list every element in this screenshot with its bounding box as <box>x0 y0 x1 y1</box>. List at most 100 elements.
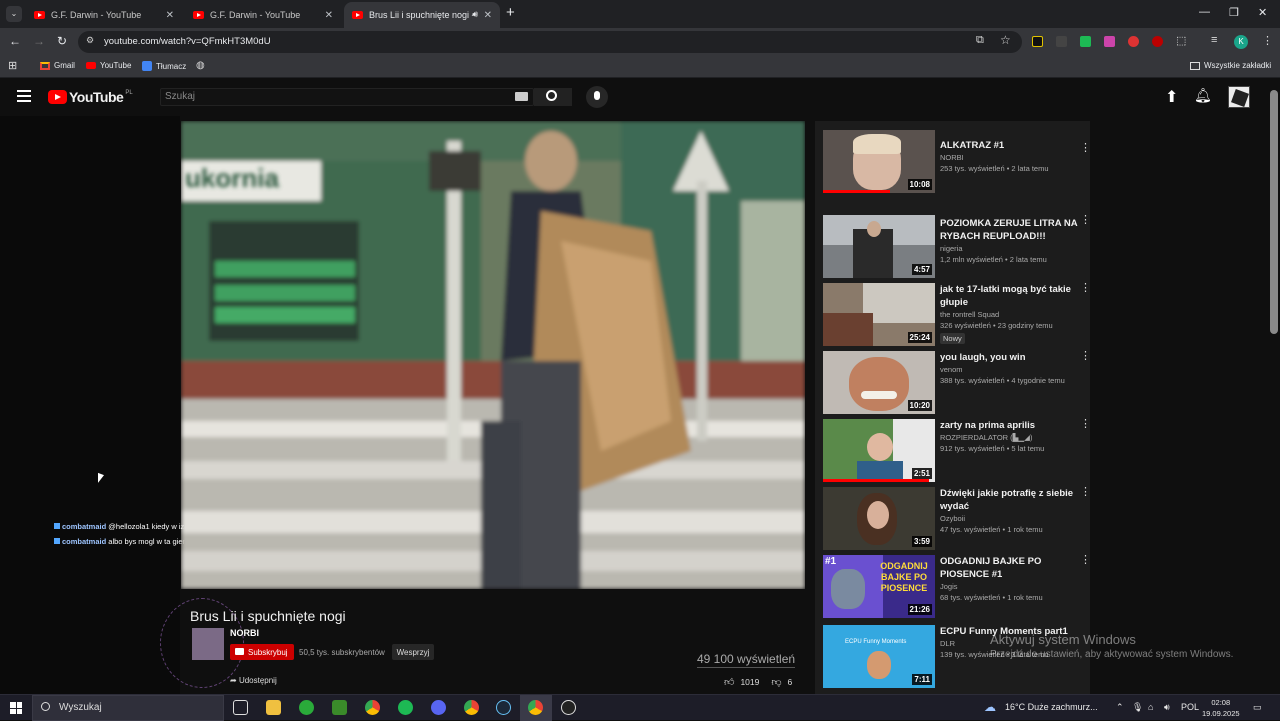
obs-icon[interactable] <box>561 700 576 715</box>
thumbs-down-icon[interactable]: 👎︎ <box>771 676 781 688</box>
close-tab-icon[interactable]: ✕ <box>484 10 492 21</box>
chrome-icon[interactable] <box>365 700 380 715</box>
volume-icon[interactable]: 🔊︎ <box>1164 702 1170 713</box>
extension-green-icon[interactable] <box>1080 36 1091 47</box>
extension-red-icon[interactable] <box>1152 36 1163 47</box>
video-thumbnail[interactable]: 25:24 <box>823 283 935 346</box>
recommended-video[interactable]: 2:51 zarty na prima aprilis ROZPIERDALAT… <box>823 417 1091 485</box>
share-button[interactable]: ➦ Udostępnij <box>230 676 277 685</box>
recommended-video[interactable]: 10:08 ALKATRAZ #1 NORBI 253 tys. wyświet… <box>823 130 1091 196</box>
more-options-icon[interactable]: ⋮ <box>1080 417 1091 430</box>
spotify-icon[interactable] <box>398 700 413 715</box>
weather-text[interactable]: 16°C Duże zachmurz... <box>1005 702 1098 712</box>
bookmark-star-icon[interactable]: ☆ <box>1000 33 1011 47</box>
gmail-icon <box>40 61 50 70</box>
channel-avatar[interactable] <box>192 628 224 660</box>
notifications-icon[interactable]: ▭ <box>1253 702 1262 713</box>
audio-playing-icon[interactable]: 🔊︎ <box>472 9 478 20</box>
hamburger-menu-icon[interactable] <box>17 90 31 102</box>
taskbar-clock[interactable]: 02:08 19.09.2025 <box>1202 697 1240 719</box>
tray-chevron-icon[interactable]: ⌃ <box>1116 702 1124 713</box>
network-icon[interactable]: ⌂ <box>1148 702 1153 712</box>
reading-list-icon[interactable]: ≡ <box>1211 34 1217 46</box>
more-options-icon[interactable]: ⋮ <box>1080 281 1091 294</box>
view-underline <box>697 667 795 668</box>
youtube-logo[interactable]: YouTube PL <box>48 89 133 105</box>
more-options-icon[interactable]: ⋮ <box>1080 141 1091 154</box>
video-player[interactable]: ukornia <box>181 121 805 589</box>
all-bookmarks-folder[interactable]: Wszystkie zakładki <box>1190 61 1271 70</box>
tab-darwin-1[interactable]: G.F. Darwin - YouTube ✕ <box>26 2 182 28</box>
microphone-tray-icon[interactable]: 🎙︎ <box>1132 702 1143 713</box>
chrome-profile-icon[interactable] <box>464 700 479 715</box>
minimize-button[interactable]: — <box>1199 6 1210 18</box>
tab-brus-lii[interactable]: Brus Lii i spuchnięte nogi - 🔊︎ ✕ <box>344 2 500 28</box>
cast-icon[interactable]: ⧉ <box>976 34 984 47</box>
subscriber-count: 50,5 tys. subskrybentów <box>299 648 385 657</box>
windows-start-icon[interactable] <box>10 702 22 714</box>
thumbs-up-icon[interactable]: 👍︎ <box>724 676 734 688</box>
tab-search-button[interactable]: ⌄ <box>6 6 22 22</box>
bookmark-translate[interactable]: Tłumacz <box>142 61 186 71</box>
extensions-puzzle-icon[interactable]: ⬚ <box>1176 34 1186 47</box>
steam-icon[interactable] <box>496 700 511 715</box>
task-view-icon[interactable] <box>233 700 248 715</box>
more-options-icon[interactable]: ⋮ <box>1080 485 1091 498</box>
video-thumbnail[interactable]: ECPU Funny Moments 7:11 <box>823 625 935 688</box>
globe-icon[interactable]: ◍ <box>196 60 205 71</box>
support-button[interactable]: Wesprzyj <box>392 644 434 660</box>
minecraft-icon[interactable] <box>332 700 347 715</box>
video-thumbnail[interactable]: 10:08 <box>823 130 935 193</box>
recommended-video[interactable]: 3:59 Dźwięki jakie potrafię z siebie wyd… <box>823 485 1091 553</box>
profile-avatar[interactable]: K <box>1234 35 1248 49</box>
search-input[interactable]: Szukaj <box>160 88 534 106</box>
chrome-active-icon[interactable] <box>528 700 543 715</box>
close-tab-icon[interactable]: ✕ <box>166 10 174 21</box>
restore-button[interactable]: ❐ <box>1229 6 1239 19</box>
tab-darwin-2[interactable]: G.F. Darwin - YouTube ✕ <box>185 2 341 28</box>
upload-icon[interactable]: ⬆ <box>1165 87 1178 107</box>
video-thumbnail[interactable]: 2:51 <box>823 419 935 482</box>
more-options-icon[interactable]: ⋮ <box>1080 553 1091 566</box>
chrome-menu-icon[interactable]: ⋮ <box>1262 34 1273 47</box>
recommended-video[interactable]: 4:57 POZIOMKA ZERUJE LITRA NA RYBACH REU… <box>823 213 1091 281</box>
recommended-video[interactable]: 25:24 jak te 17-latki mogą być takie głu… <box>823 281 1091 349</box>
extension-w-icon[interactable] <box>1032 36 1043 47</box>
page-scrollbar[interactable] <box>1270 90 1278 334</box>
voice-search-button[interactable] <box>586 86 608 108</box>
video-thumbnail[interactable]: #1 ODGADNIJ BAJKE PO PIOSENCE 21:26 <box>823 555 935 618</box>
back-arrow-icon[interactable]: ← <box>9 34 21 48</box>
video-thumbnail[interactable]: 3:59 <box>823 487 935 550</box>
forward-arrow-icon[interactable]: → <box>33 34 45 48</box>
more-options-icon[interactable]: ⋮ <box>1080 349 1091 362</box>
reload-icon[interactable]: ↻ <box>57 34 67 48</box>
recommended-video[interactable]: #1 ODGADNIJ BAJKE PO PIOSENCE 21:26 ODGA… <box>823 553 1091 621</box>
notifications-bell-icon[interactable]: 🔔︎ <box>1194 87 1212 104</box>
subscribe-button[interactable]: Subskrybuj <box>230 644 294 660</box>
file-explorer-icon[interactable] <box>266 700 281 715</box>
taskbar-search-box[interactable]: Wyszukaj <box>32 695 224 721</box>
xbox-icon[interactable] <box>299 700 314 715</box>
close-tab-icon[interactable]: ✕ <box>325 10 333 21</box>
site-info-icon[interactable]: ⚙ <box>86 35 94 46</box>
video-thumbnail[interactable]: 10:20 <box>823 351 935 414</box>
apps-grid-icon[interactable]: ⊞ <box>8 59 17 72</box>
discord-icon[interactable] <box>431 700 446 715</box>
bookmark-gmail[interactable]: Gmail <box>40 61 75 70</box>
extension-pro-icon[interactable] <box>1056 36 1067 47</box>
extension-pen-icon[interactable] <box>1104 36 1115 47</box>
language-indicator[interactable]: POL <box>1181 702 1199 712</box>
new-tab-button[interactable]: + <box>506 4 515 21</box>
more-options-icon[interactable]: ⋮ <box>1080 213 1091 226</box>
video-thumbnail[interactable]: 4:57 <box>823 215 935 278</box>
video-meta: 326 wyświetleń • 23 godziny temu <box>940 321 1053 330</box>
extension-shield-icon[interactable] <box>1128 36 1139 47</box>
keyboard-icon[interactable] <box>515 92 528 101</box>
bookmark-youtube[interactable]: YouTube <box>86 61 131 70</box>
channel-name[interactable]: NORBI <box>230 628 259 638</box>
address-bar[interactable]: ⚙ youtube.com/watch?v=QFmkHT3M0dU ⧉ ☆ <box>78 31 1022 53</box>
close-window-button[interactable]: ✕ <box>1258 6 1267 19</box>
recommended-video[interactable]: 10:20 you laugh, you win venom 388 tys. … <box>823 349 1091 417</box>
search-button[interactable] <box>534 88 572 106</box>
account-avatar[interactable] <box>1228 86 1250 108</box>
